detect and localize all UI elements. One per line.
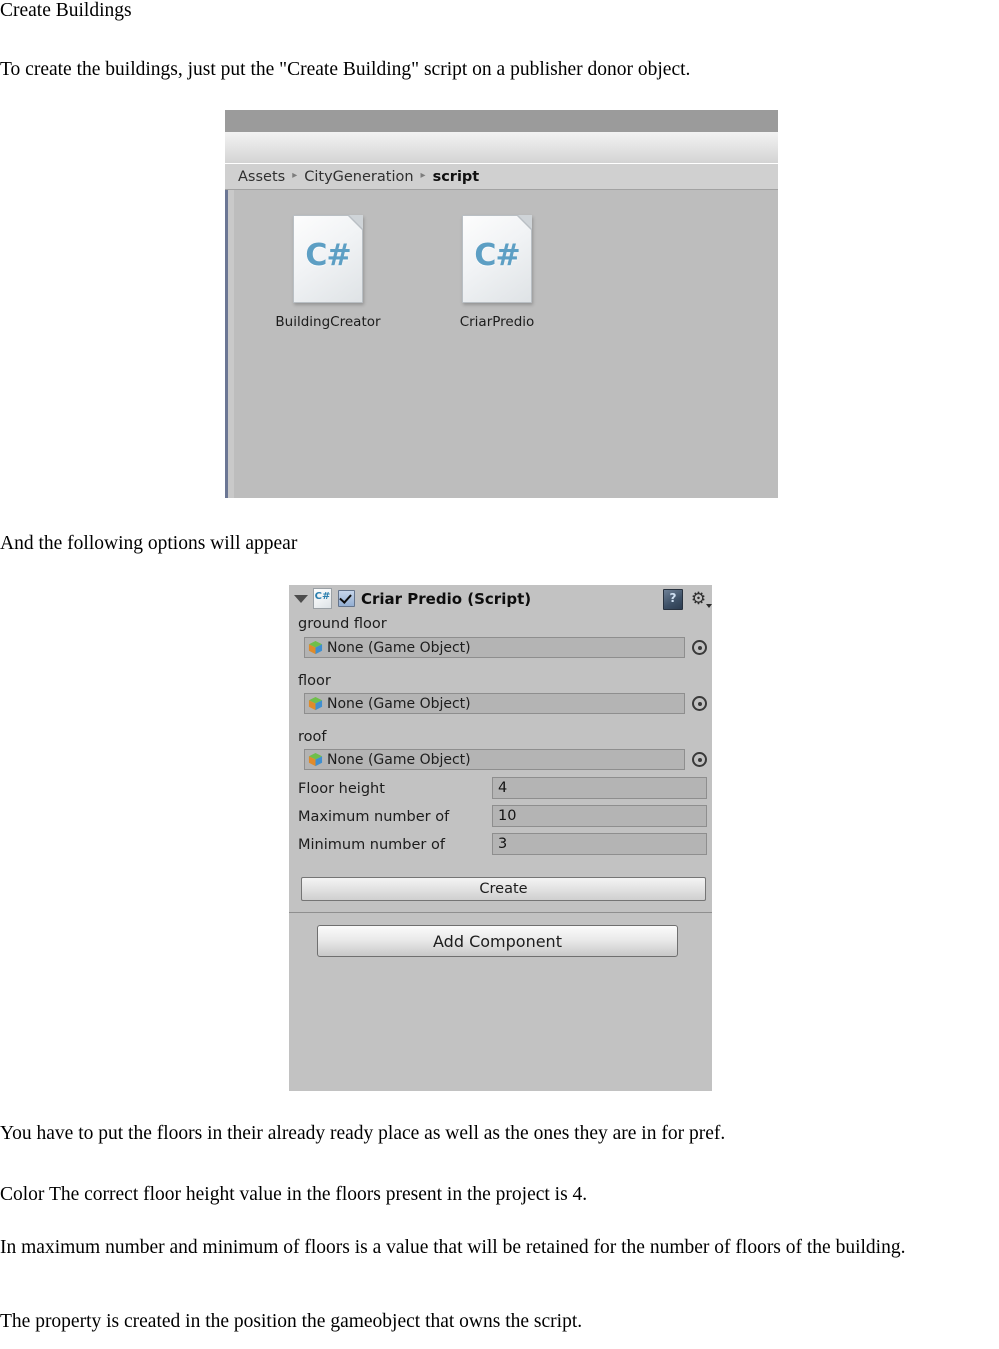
csharp-icon-label: C# — [474, 238, 520, 273]
paragraph-property: The property is created in the position … — [0, 1311, 583, 1332]
object-field-floor[interactable]: None (Game Object) — [304, 693, 685, 714]
project-window-left-strip — [228, 190, 234, 498]
minimum-number-input[interactable]: 3 — [492, 833, 707, 855]
object-field-value: None (Game Object) — [327, 751, 471, 768]
page-fold-inner-icon — [349, 215, 363, 229]
gear-glyph: ⚙ — [690, 589, 707, 609]
help-book-icon[interactable] — [663, 589, 683, 610]
object-picker-icon[interactable] — [692, 696, 707, 711]
field-label-maximum-number-of: Maximum number of — [298, 809, 450, 825]
unity-project-window-screenshot: Assets ▸ CityGeneration ▸ script C# Buil… — [225, 110, 778, 498]
csharp-script-icon — [313, 588, 332, 609]
floor-height-input[interactable]: 4 — [492, 777, 707, 799]
create-button[interactable]: Create — [301, 877, 706, 901]
page-title: Create Buildings — [0, 0, 132, 21]
breadcrumb-separator-icon-2: ▸ — [420, 170, 426, 181]
paragraph-options: And the following options will appear — [0, 533, 298, 554]
asset-label: CriarPredio — [459, 314, 535, 330]
inspector-divider — [289, 912, 712, 913]
object-picker-icon[interactable] — [692, 640, 707, 655]
csharp-script-icon: C# — [293, 215, 363, 303]
add-component-button[interactable]: Add Component — [317, 925, 678, 957]
object-field-value: None (Game Object) — [327, 695, 471, 712]
component-enabled-checkbox[interactable] — [338, 590, 355, 607]
csharp-icon-label: C# — [305, 238, 351, 273]
gear-icon[interactable]: ⚙ — [689, 589, 712, 609]
page-fold-inner-icon — [518, 215, 532, 229]
field-label-minimum-number-of: Minimum number of — [298, 837, 445, 853]
chevron-down-icon[interactable] — [294, 594, 308, 603]
component-title: Criar Predio (Script) — [361, 589, 532, 608]
component-header-actions: ⚙ — [663, 589, 712, 610]
breadcrumb-item-assets[interactable]: Assets — [238, 169, 285, 185]
maximum-number-input[interactable]: 10 — [492, 805, 707, 827]
paragraph-floors: You have to put the floors in their alre… — [0, 1123, 726, 1144]
gameobject-cube-icon — [308, 640, 323, 655]
project-asset-grid: C# BuildingCreator C# CriarPredio — [225, 190, 778, 498]
breadcrumb-item-script[interactable]: script — [433, 169, 480, 185]
asset-label: BuildingCreator — [275, 314, 381, 330]
paragraph-maxmin: In maximum number and minimum of floors … — [0, 1237, 906, 1258]
unity-inspector-screenshot: Criar Predio (Script) ⚙ ground floor Non… — [289, 585, 712, 1091]
paragraph-color: Color The correct floor height value in … — [0, 1184, 588, 1205]
project-window-titlebar — [225, 110, 778, 132]
field-label-floor: floor — [298, 673, 331, 689]
project-window-toolbar — [225, 132, 778, 164]
object-field-roof[interactable]: None (Game Object) — [304, 749, 685, 770]
component-header[interactable]: Criar Predio (Script) ⚙ — [289, 585, 712, 612]
object-picker-icon[interactable] — [692, 752, 707, 767]
gameobject-cube-icon — [308, 696, 323, 711]
object-field-value: None (Game Object) — [327, 639, 471, 656]
object-field-ground-floor[interactable]: None (Game Object) — [304, 637, 685, 658]
breadcrumb-item-citygeneration[interactable]: CityGeneration — [304, 169, 413, 185]
field-label-floor-height: Floor height — [298, 781, 385, 797]
asset-item-criarpredio[interactable]: C# CriarPredio — [441, 215, 553, 330]
paragraph-intro: To create the buildings, just put the "C… — [0, 59, 691, 80]
breadcrumb-separator-icon: ▸ — [292, 170, 298, 181]
breadcrumb: Assets ▸ CityGeneration ▸ script — [225, 163, 778, 190]
asset-item-buildingcreator[interactable]: C# BuildingCreator — [272, 215, 384, 330]
field-label-ground-floor: ground floor — [298, 616, 387, 632]
field-label-roof: roof — [298, 729, 327, 745]
chevron-down-icon — [706, 604, 712, 608]
gameobject-cube-icon — [308, 752, 323, 767]
csharp-script-icon: C# — [462, 215, 532, 303]
